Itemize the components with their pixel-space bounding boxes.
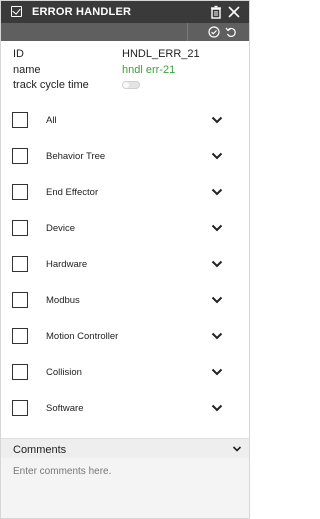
category-row-modbus[interactable]: Modbus [1, 292, 249, 328]
undo-icon[interactable] [225, 26, 237, 38]
toolbar [1, 23, 249, 41]
category-label: Modbus [46, 295, 80, 306]
checkbox[interactable] [12, 184, 28, 200]
checkbox[interactable] [12, 256, 28, 272]
checkbox[interactable] [12, 400, 28, 416]
toolbar-divider [187, 23, 188, 41]
category-row-hardware[interactable]: Hardware [1, 256, 249, 292]
check-circle-icon[interactable] [208, 26, 220, 38]
id-label: ID [13, 48, 24, 60]
category-label: All [46, 115, 57, 126]
category-label: Motion Controller [46, 331, 119, 342]
track-cycle-time-label: track cycle time [13, 79, 89, 91]
category-row-all[interactable]: All [1, 112, 249, 148]
category-label: Device [46, 223, 76, 234]
checkbox[interactable] [12, 112, 28, 128]
panel-title: ERROR HANDLER [32, 6, 132, 18]
name-value[interactable]: hndl err-21 [122, 64, 175, 76]
chevron-down-icon[interactable] [211, 331, 223, 341]
category-label: End Effector [46, 187, 99, 198]
comments-label: Comments [13, 444, 67, 456]
name-label: name [13, 64, 41, 76]
chevron-down-icon[interactable] [211, 295, 223, 305]
comments-input[interactable] [1, 458, 249, 518]
chevron-down-icon[interactable] [211, 403, 223, 413]
trash-icon[interactable] [209, 5, 223, 19]
chevron-down-icon[interactable] [232, 445, 242, 453]
category-row-behavior-tree[interactable]: Behavior Tree [1, 148, 249, 184]
chevron-down-icon[interactable] [211, 367, 223, 377]
chevron-down-icon[interactable] [211, 259, 223, 269]
category-row-collision[interactable]: Collision [1, 364, 249, 400]
comments-header[interactable]: Comments [1, 438, 249, 458]
id-value: HNDL_ERR_21 [122, 48, 200, 60]
checkbox[interactable] [12, 148, 28, 164]
chevron-down-icon[interactable] [211, 151, 223, 161]
checkbox[interactable] [12, 328, 28, 344]
checkbox[interactable] [12, 220, 28, 236]
checkbox[interactable] [12, 364, 28, 380]
chevron-down-icon[interactable] [211, 223, 223, 233]
category-label: Collision [46, 367, 82, 378]
category-label: Software [46, 403, 84, 414]
close-icon[interactable] [227, 5, 241, 19]
track-cycle-time-toggle[interactable] [122, 81, 140, 89]
checkbox-icon [11, 6, 22, 17]
error-handler-panel: ERROR HANDLER ID HNDL_ERR_21 name hndl e… [0, 0, 250, 519]
chevron-down-icon[interactable] [211, 187, 223, 197]
title-bar: ERROR HANDLER [1, 1, 249, 23]
chevron-down-icon[interactable] [211, 115, 223, 125]
category-row-software[interactable]: Software [1, 400, 249, 436]
checkbox[interactable] [12, 292, 28, 308]
category-row-motion-controller[interactable]: Motion Controller [1, 328, 249, 364]
category-label: Hardware [46, 259, 88, 270]
category-row-end-effector[interactable]: End Effector [1, 184, 249, 220]
category-label: Behavior Tree [46, 151, 106, 162]
category-row-device[interactable]: Device [1, 220, 249, 256]
